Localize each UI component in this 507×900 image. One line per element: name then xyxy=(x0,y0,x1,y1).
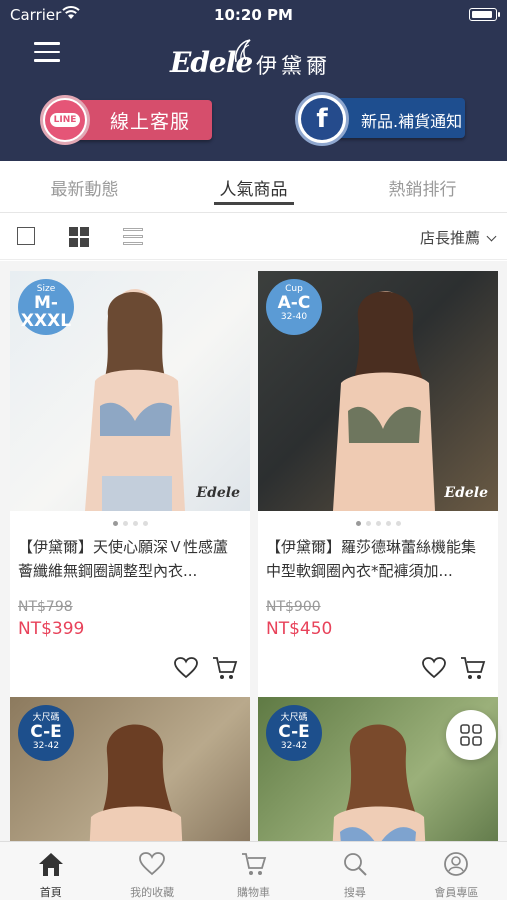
active-tab-indicator xyxy=(214,202,294,205)
model-illustration xyxy=(89,724,183,841)
badge-main-text: M-XXXL xyxy=(20,293,72,331)
size-badge: 大尺碼 C-E 32-42 xyxy=(18,705,74,761)
original-price: NT$900 xyxy=(266,599,321,615)
facebook-notify-button[interactable]: f 新品.補貨通知 xyxy=(295,90,467,148)
favorite-heart-icon[interactable] xyxy=(422,657,446,679)
product-title[interactable]: 【伊黛爾】天使心願深Ｖ性感蘆薈纖維無鋼圈調整型內衣... xyxy=(10,535,250,587)
brand-cjk-name: 伊黛爾 xyxy=(256,54,331,78)
category-tabs: 最新動態 人氣商品 熱銷排行 xyxy=(0,161,507,213)
model-illustration xyxy=(85,289,185,511)
product-photo[interactable]: Cup A-C 32-40 Edele xyxy=(258,271,498,511)
nav-member-label: 會員專區 xyxy=(434,886,479,899)
floating-category-button[interactable] xyxy=(446,710,496,760)
add-to-cart-icon[interactable] xyxy=(212,655,238,681)
product-actions xyxy=(258,639,498,699)
sale-price: NT$450 xyxy=(266,619,333,639)
nav-cart-label: 購物車 xyxy=(237,886,271,899)
facebook-button-label: 新品.補貨通知 xyxy=(361,112,463,131)
product-photo[interactable]: Size M-XXXL Edele xyxy=(10,271,250,511)
product-card[interactable]: Cup A-C 32-40 Edele 【伊黛爾】羅莎德琳蕾絲機能集中型軟鋼圈內… xyxy=(258,271,498,699)
tab-bestsellers[interactable]: 熱銷排行 xyxy=(338,175,507,200)
chevron-down-icon xyxy=(486,231,497,242)
favorite-heart-icon[interactable] xyxy=(174,657,198,679)
size-badge: 大尺碼 C-E 32-42 xyxy=(266,705,322,761)
nav-search-label: 搜尋 xyxy=(343,886,366,899)
swan-logo-icon xyxy=(234,39,251,63)
nav-home-label: 首頁 xyxy=(39,886,62,899)
model-illustration xyxy=(333,291,435,511)
model-illustration xyxy=(332,724,426,841)
badge-sub-text: 32-42 xyxy=(32,741,60,751)
cart-icon xyxy=(241,853,266,875)
image-pager xyxy=(258,511,498,535)
home-icon xyxy=(38,853,63,876)
view-toolbar: 店長推薦 xyxy=(0,214,507,260)
badge-sub-text: 32-42 xyxy=(280,741,308,751)
search-icon xyxy=(344,853,367,876)
image-pager xyxy=(10,511,250,535)
badge-sub-text: 32-40 xyxy=(280,312,308,322)
product-photo[interactable]: 大尺碼 C-E 32-42 xyxy=(10,697,250,841)
sort-dropdown[interactable]: 店長推薦 xyxy=(419,227,497,248)
badge-main-text: C-E xyxy=(278,722,310,742)
line-icon: LINE xyxy=(40,95,90,145)
heart-icon xyxy=(139,852,166,876)
product-card[interactable]: Size M-XXXL Edele 【伊黛爾】天使心願深Ｖ性感蘆薈纖維無鋼圈調整… xyxy=(10,271,250,699)
original-price: NT$798 xyxy=(18,599,73,615)
line-support-button[interactable]: LINE 線上客服 xyxy=(40,95,214,145)
badge-top-text: 大尺碼 xyxy=(280,713,308,723)
clock: 10:20 PM xyxy=(214,6,293,24)
list-view-icon[interactable] xyxy=(123,228,143,246)
nav-member[interactable]: 會員專區 xyxy=(406,842,507,900)
badge-top-text: Size xyxy=(36,284,56,294)
badge-top-text: Cup xyxy=(285,284,303,294)
tab-popular[interactable]: 人氣商品 xyxy=(169,175,338,200)
line-icon-text: LINE xyxy=(49,113,81,127)
grid-menu-icon xyxy=(460,724,482,746)
app-header: Carrier 10:20 PM Edele 伊黛爾 LINE 線上客服 f 新… xyxy=(0,0,507,161)
tab-latest[interactable]: 最新動態 xyxy=(0,175,169,200)
add-to-cart-icon[interactable] xyxy=(460,655,486,681)
single-view-icon[interactable] xyxy=(17,227,35,245)
sort-label: 店長推薦 xyxy=(419,229,480,247)
size-badge: Size M-XXXL xyxy=(18,279,74,335)
badge-main-text: C-E xyxy=(30,722,62,742)
product-brand-logo: Edele xyxy=(444,485,488,501)
nav-favorites-label: 我的收藏 xyxy=(130,886,175,899)
badge-main-text: A-C xyxy=(277,293,311,313)
brand-logo: Edele 伊黛爾 xyxy=(170,38,340,80)
nav-cart[interactable]: 購物車 xyxy=(203,842,304,900)
battery-icon xyxy=(469,8,500,21)
nav-favorites[interactable]: 我的收藏 xyxy=(101,842,202,900)
nav-home[interactable]: 首頁 xyxy=(0,842,101,900)
badge-top-text: 大尺碼 xyxy=(32,713,60,723)
product-actions xyxy=(10,639,250,699)
product-card[interactable]: 大尺碼 C-E 32-42 xyxy=(10,697,250,841)
facebook-icon: f xyxy=(295,92,349,146)
status-bar: Carrier 10:20 PM xyxy=(0,0,507,30)
facebook-icon-text: f xyxy=(316,104,328,134)
grid-view-icon[interactable] xyxy=(69,227,89,247)
cup-badge: Cup A-C 32-40 xyxy=(266,279,322,335)
line-button-label: 線上客服 xyxy=(110,111,191,133)
sale-price: NT$399 xyxy=(18,619,85,639)
product-title[interactable]: 【伊黛爾】羅莎德琳蕾絲機能集中型軟鋼圈內衣*配褲須加... xyxy=(258,535,498,587)
product-grid: Size M-XXXL Edele 【伊黛爾】天使心願深Ｖ性感蘆薈纖維無鋼圈調整… xyxy=(0,261,507,841)
product-brand-logo: Edele xyxy=(196,485,240,501)
nav-search[interactable]: 搜尋 xyxy=(304,842,405,900)
user-icon xyxy=(444,852,469,876)
bottom-navigation: 首頁 我的收藏 購物車 搜尋 會員專區 xyxy=(0,841,507,900)
menu-button[interactable] xyxy=(34,42,60,64)
